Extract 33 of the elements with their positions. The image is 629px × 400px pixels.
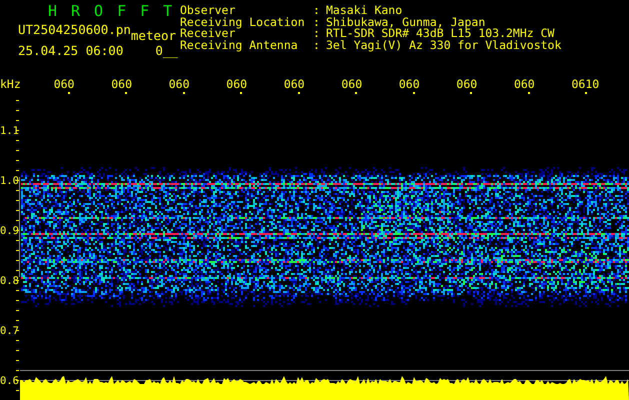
field-label: Observer: [180, 5, 236, 16]
time-label: 060: [514, 78, 535, 90]
time-label: 060: [398, 78, 420, 90]
time-label: 060: [111, 78, 132, 90]
colon-separator: :: [313, 5, 321, 16]
frequency-label: 0.8: [0, 275, 19, 287]
field-value: 3el Yagi(V) Az 330 for Vladivostok: [326, 40, 562, 51]
count-label: 0__: [155, 44, 178, 57]
unit-label: kHz: [0, 78, 22, 90]
frequency-label: 0.6: [0, 375, 19, 387]
timestamp: 25.04.25 06:00: [18, 44, 124, 57]
time-label: 060: [341, 78, 362, 90]
colon-separator: :: [313, 16, 321, 28]
field-label: Receiver: [180, 28, 236, 40]
time-label: 060: [226, 78, 248, 90]
time-label: 060: [284, 78, 305, 90]
frequency-label: 0.7: [0, 325, 19, 337]
time-label: 060: [456, 78, 478, 90]
frequency-label: 1.1: [0, 125, 19, 137]
frequency-label: 1.0: [0, 175, 19, 187]
field-label: Receiving Location: [180, 16, 306, 28]
colon-separator: :: [313, 28, 321, 40]
colon-separator: :: [313, 40, 321, 51]
time-label: 060: [54, 78, 74, 90]
field-value: Shibukawa, Gunma, Japan: [326, 16, 486, 28]
frequency-label: 0.9: [0, 225, 19, 237]
field-label: Receiving Antenna: [180, 40, 299, 51]
field-value: RTL-SDR SDR# 43dB L15 103.2MHz CW: [326, 28, 556, 40]
field-value: Masaki Kano: [326, 5, 404, 16]
time-label: 0610: [571, 78, 600, 90]
file-name: UT2504250600.pn: [18, 23, 131, 39]
mode-label: meteor: [130, 29, 176, 42]
time-label: 060: [168, 78, 190, 90]
